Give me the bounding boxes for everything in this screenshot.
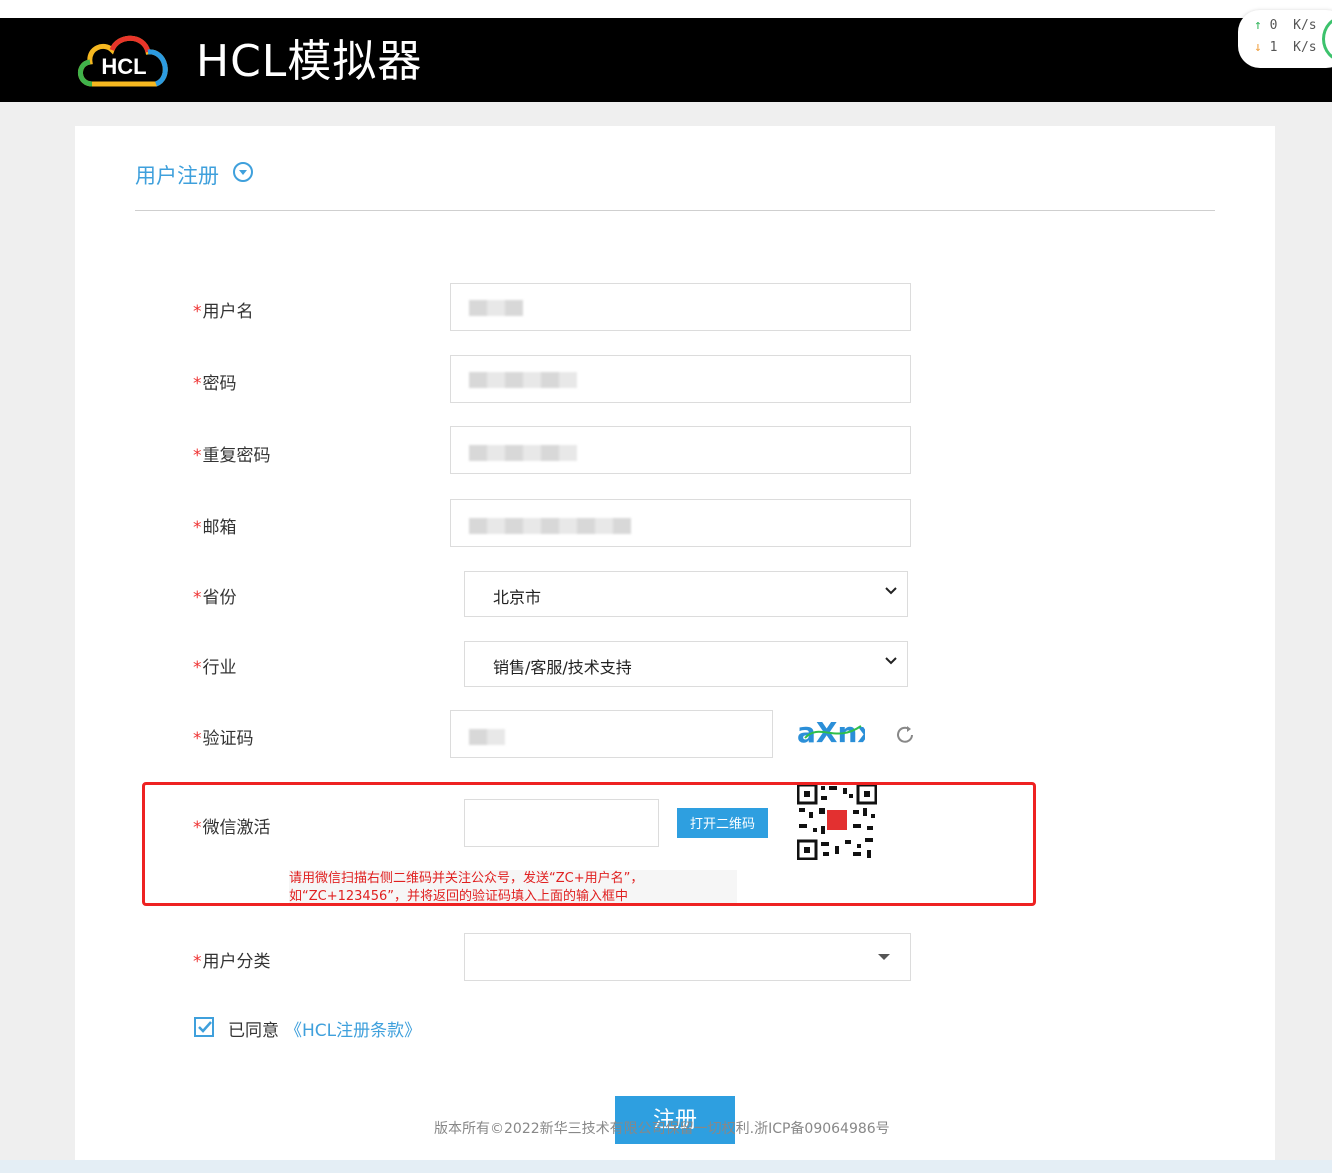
hcl-cloud-logo: HCL [78, 35, 168, 87]
network-speed-widget[interactable]: ↑ 0 K/s ↓ 1 K/s [1238, 10, 1332, 68]
industry-label: *行业 [193, 653, 237, 678]
upload-unit: K/s [1293, 18, 1317, 33]
email-input[interactable] [450, 499, 911, 547]
repeat-password-input[interactable] [450, 426, 911, 474]
password-input[interactable] [450, 355, 911, 403]
user-type-select[interactable] [464, 933, 911, 981]
checkmark-icon [198, 1021, 212, 1033]
section-divider [135, 210, 1215, 211]
industry-selected-value: 销售/客服/技术支持 [493, 658, 632, 677]
chevron-down-icon [885, 657, 897, 665]
upload-speed: ↑ 0 K/s [1254, 18, 1317, 33]
upload-value: 0 [1269, 18, 1278, 33]
arrow-down-icon: ↓ [1254, 40, 1262, 55]
industry-label-text: 行业 [202, 658, 237, 678]
agree-checkbox[interactable] [194, 1017, 214, 1037]
redacted-value [469, 518, 631, 534]
repeat-password-label-text: 重复密码 [202, 446, 271, 466]
user-type-label: *用户分类 [193, 947, 271, 972]
wechat-section-highlight-box [142, 782, 1036, 906]
required-mark: * [193, 952, 202, 972]
download-speed: ↓ 1 K/s [1254, 40, 1317, 55]
password-label: *密码 [193, 369, 237, 394]
required-mark: * [193, 588, 202, 608]
required-mark: * [193, 518, 202, 538]
captcha-label: *验证码 [193, 724, 254, 749]
redacted-value [469, 372, 577, 388]
province-selected-value: 北京市 [493, 588, 542, 607]
redacted-value [469, 300, 523, 316]
province-label: *省份 [193, 583, 237, 608]
redacted-value [469, 729, 505, 745]
repeat-password-label: *重复密码 [193, 441, 271, 466]
required-mark: * [193, 374, 202, 394]
required-mark: * [193, 658, 202, 678]
captcha-image[interactable]: aXnx [795, 712, 865, 750]
required-mark: * [193, 729, 202, 749]
svg-text:HCL: HCL [101, 54, 146, 79]
province-select[interactable]: 北京市 [464, 571, 908, 617]
collapse-toggle-icon[interactable] [233, 162, 253, 182]
browser-top-strip [0, 0, 1332, 18]
download-value: 1 [1269, 40, 1278, 55]
caret-down-icon [878, 954, 890, 960]
captcha-input[interactable] [450, 710, 773, 758]
app-header: HCL HCL模拟器 [0, 18, 1332, 102]
app-title: HCL模拟器 [196, 36, 423, 87]
username-label: *用户名 [193, 297, 254, 322]
chevron-down-icon [885, 587, 897, 595]
bottom-strip [0, 1160, 1332, 1173]
username-input[interactable] [450, 283, 911, 331]
arrow-up-icon: ↑ [1254, 18, 1262, 33]
agree-text: 已同意 [228, 1021, 279, 1041]
terms-link[interactable]: 《HCL注册条款》 [285, 1016, 421, 1041]
download-unit: K/s [1293, 40, 1317, 55]
section-title: 用户注册 [135, 164, 219, 188]
required-mark: * [193, 446, 202, 466]
password-label-text: 密码 [202, 374, 237, 394]
captcha-label-text: 验证码 [202, 729, 254, 749]
redacted-value [469, 445, 577, 461]
user-type-label-text: 用户分类 [202, 952, 271, 972]
registration-card: 用户注册 *用户名 *密码 *重复密码 *邮箱 *省份 北京市 *行业 销售/客… [75, 126, 1275, 1173]
required-mark: * [193, 302, 202, 322]
username-label-text: 用户名 [202, 302, 254, 322]
industry-select[interactable]: 销售/客服/技术支持 [464, 641, 908, 687]
speed-ring-icon [1322, 16, 1332, 62]
email-label: *邮箱 [193, 513, 237, 538]
province-label-text: 省份 [202, 588, 237, 608]
refresh-icon[interactable] [894, 724, 916, 746]
email-label-text: 邮箱 [202, 518, 237, 538]
copyright-footer: 版本所有©2022新华三技术有限公司保留一切权利.浙ICP备09064986号 [434, 1121, 890, 1137]
